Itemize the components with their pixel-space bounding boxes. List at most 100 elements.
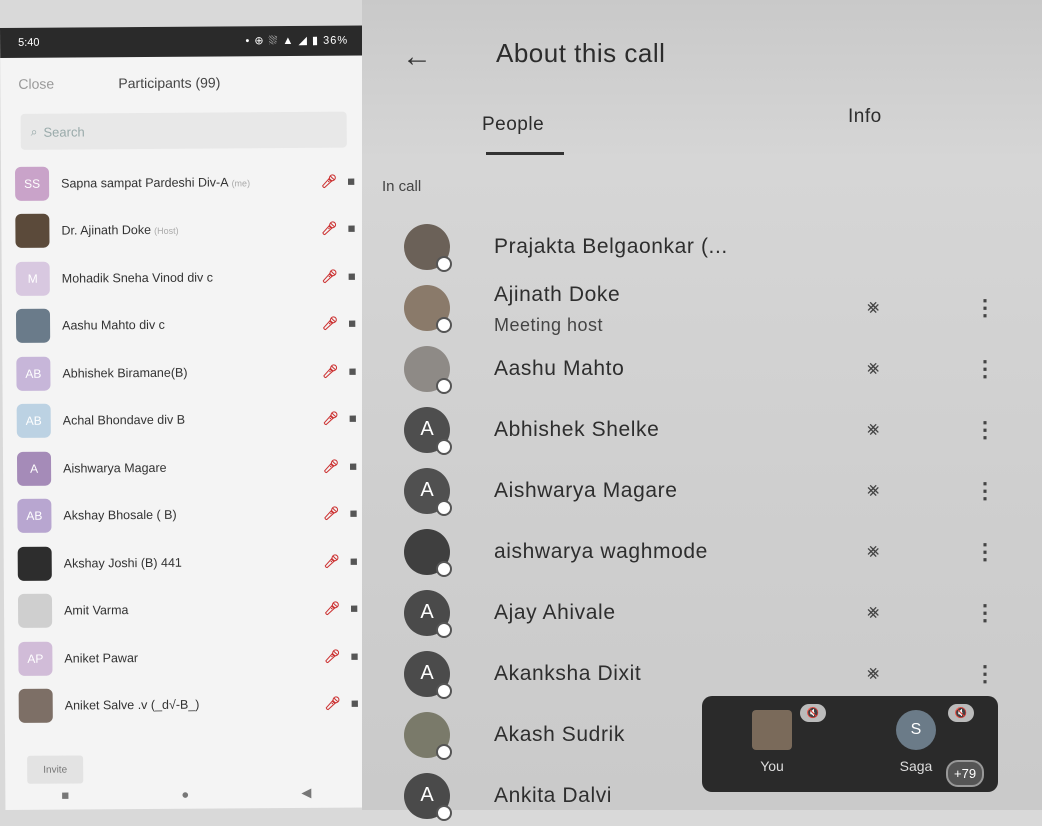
more-options-icon[interactable]: ⋮ xyxy=(974,295,996,321)
participant-row[interactable]: Dr. Ajinath Doke(Host)🎤︎■ xyxy=(1,205,363,255)
person-row[interactable]: Prajakta Belgaonkar (... xyxy=(362,216,1042,277)
participant-controls: 🎤︎ ■ xyxy=(322,411,356,427)
mic-off-icon[interactable]: ⨳ xyxy=(867,418,879,441)
person-name: Ajay Ahivale xyxy=(494,601,616,625)
mic-muted-icon: 🎤︎ xyxy=(322,363,339,379)
person-name: aishwarya waghmode xyxy=(494,540,708,564)
tab-bar: People Info xyxy=(362,100,1042,158)
participant-row[interactable]: Aniket Salve .v (_d√-B_)🎤︎■ xyxy=(5,680,367,730)
search-placeholder: Search xyxy=(43,124,84,139)
home-icon[interactable]: ● xyxy=(181,786,189,801)
person-name: Akash Sudrik xyxy=(494,723,625,747)
video-off-icon: ■ xyxy=(349,506,357,522)
person-row[interactable]: AAjay Ahivale⨳⋮ xyxy=(362,582,1042,643)
person-row[interactable]: AAkanksha Dixit⨳⋮ xyxy=(362,643,1042,704)
tile-you[interactable]: You xyxy=(742,710,802,774)
video-off-icon: ■ xyxy=(348,268,356,284)
mic-muted-icon: 🎤︎ xyxy=(323,553,340,569)
participant-row[interactable]: APAniket Pawar🎤︎■ xyxy=(4,632,366,682)
participant-row[interactable]: AB Akshay Bhosale ( B)🎤︎ ■ xyxy=(3,490,365,540)
more-options-icon[interactable]: ⋮ xyxy=(974,356,996,382)
video-off-icon: ■ xyxy=(347,221,355,237)
participant-name: Aniket Salve .v (_d√-B_) xyxy=(65,697,367,713)
avatar xyxy=(752,710,792,750)
mic-off-icon[interactable]: ⨳ xyxy=(867,296,879,319)
mic-muted-icon: 🎤︎ xyxy=(322,316,339,332)
mic-muted-icon: 🎤︎ xyxy=(322,411,339,427)
tab-people[interactable]: People xyxy=(482,114,544,136)
person-row[interactable]: AAbhishek Shelke⨳⋮ xyxy=(362,399,1042,460)
more-options-icon[interactable]: ⋮ xyxy=(974,478,996,504)
mic-muted-icon: 🎤︎ xyxy=(324,648,341,664)
participant-row[interactable]: Amit Varma🎤︎■ xyxy=(4,585,366,635)
person-role: Meeting host xyxy=(494,315,603,336)
self-view-overlay[interactable]: 🔇 🔇 You S Saga +79 xyxy=(702,696,998,792)
zoom-participants-screen: 5:40 • ⊕ ⛆ ▲ ◢ ▮ 36% Close Participants … xyxy=(0,25,367,810)
participant-row[interactable]: Aashu Mahto div c🎤︎■ xyxy=(2,300,364,350)
avatar xyxy=(404,529,450,575)
more-options-icon[interactable]: ⋮ xyxy=(974,600,996,626)
participant-controls: 🎤︎■ xyxy=(324,601,358,617)
participant-controls: 🎤︎■ xyxy=(322,363,356,379)
avatar: AB xyxy=(17,499,51,533)
person-row[interactable]: Aashu Mahto⨳⋮ xyxy=(362,338,1042,399)
back-nav-icon[interactable]: ◀ xyxy=(301,785,311,801)
participant-row[interactable]: SSSapna sampat Pardeshi Div-A(me)🎤︎■ xyxy=(1,157,363,207)
participant-name: Dr. Ajinath Doke(Host) xyxy=(61,222,363,238)
avatar xyxy=(18,594,52,628)
avatar xyxy=(19,689,53,723)
participant-name: Abhishek Biramane(B) xyxy=(62,364,364,380)
mic-muted-icon: 🎤︎ xyxy=(321,173,338,189)
more-options-icon[interactable]: ⋮ xyxy=(974,539,996,565)
person-name: Ajinath Doke xyxy=(494,283,620,307)
search-icon: ⌕ xyxy=(31,124,38,139)
participant-row[interactable]: AAishwarya Magare🎤︎■ xyxy=(3,442,365,492)
video-off-icon: ■ xyxy=(349,411,357,427)
video-off-icon: ■ xyxy=(348,316,356,332)
status-dot xyxy=(436,378,452,394)
status-bar: 5:40 • ⊕ ⛆ ▲ ◢ ▮ 36% xyxy=(0,25,362,58)
meet-header: ← About this call xyxy=(362,0,1042,110)
close-button[interactable]: Close xyxy=(18,75,118,92)
mic-off-icon[interactable]: ⨳ xyxy=(867,540,879,563)
tile-other[interactable]: S Saga xyxy=(886,710,946,774)
mic-off-icon[interactable]: ⨳ xyxy=(867,662,879,685)
back-arrow-icon[interactable]: ← xyxy=(402,40,432,74)
recents-icon[interactable]: ■ xyxy=(61,787,69,802)
more-options-icon[interactable]: ⋮ xyxy=(974,417,996,443)
participant-tag: (me) xyxy=(232,178,251,188)
status-dot xyxy=(436,622,452,638)
status-dot xyxy=(436,561,452,577)
participants-title: Participants (99) xyxy=(118,74,220,91)
participant-controls: 🎤︎■ xyxy=(324,648,358,664)
participant-controls: 🎤︎■ xyxy=(324,696,358,712)
mic-off-icon[interactable]: ⨳ xyxy=(867,601,879,624)
participant-row[interactable]: MMohadik Sneha Vinod div c🎤︎■ xyxy=(2,252,364,302)
person-name: Prajakta Belgaonkar (... xyxy=(494,235,728,259)
video-off-icon: ■ xyxy=(347,173,355,189)
person-row[interactable]: AAishwarya Magare⨳⋮ xyxy=(362,460,1042,521)
status-dot xyxy=(436,317,452,333)
search-input[interactable]: ⌕ Search xyxy=(21,112,347,150)
participant-controls: 🎤︎■ xyxy=(323,553,357,569)
mic-off-icon[interactable]: ⨳ xyxy=(867,357,879,380)
participant-name: Akshay Bhosale ( B) xyxy=(63,507,365,523)
tile-other-label: Saga xyxy=(900,758,933,774)
avatar: A xyxy=(17,451,51,485)
person-row[interactable]: Ajinath Doke Meeting host ⨳ ⋮ xyxy=(362,277,1042,338)
tab-info[interactable]: Info xyxy=(848,106,882,128)
more-options-icon[interactable]: ⋮ xyxy=(974,661,996,687)
video-off-icon: ■ xyxy=(351,696,359,712)
participant-row[interactable]: ABAbhishek Biramane(B)🎤︎■ xyxy=(2,347,364,397)
more-participants-badge: +79 xyxy=(946,760,984,787)
mic-off-icon[interactable]: ⨳ xyxy=(867,479,879,502)
mic-muted-icon: 🎤︎ xyxy=(321,268,338,284)
mic-muted-icon: 🎤︎ xyxy=(323,506,340,522)
avatar: AB xyxy=(17,404,51,438)
participant-row[interactable]: ABAchal Bhondave div B🎤︎■ xyxy=(3,395,365,445)
participant-list: SSSapna sampat Pardeshi Div-A(me)🎤︎■Dr. … xyxy=(1,157,367,730)
person-row[interactable]: aishwarya waghmode ⨳ ⋮ xyxy=(362,521,1042,582)
participant-row[interactable]: Akshay Joshi (B) 441🎤︎■ xyxy=(4,537,366,587)
avatar xyxy=(15,214,49,248)
video-off-icon: ■ xyxy=(350,601,358,617)
